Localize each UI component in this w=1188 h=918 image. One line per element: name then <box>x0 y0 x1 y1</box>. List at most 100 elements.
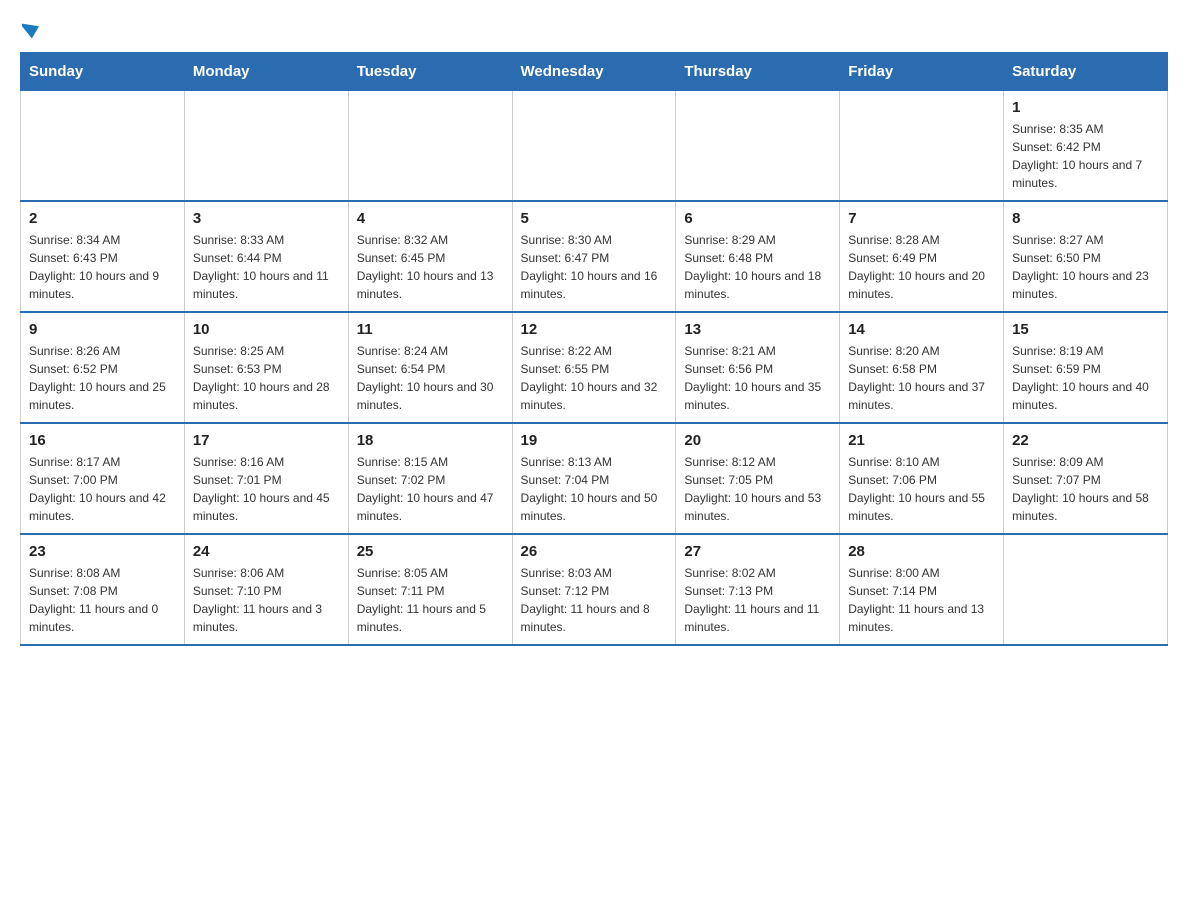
day-info: Sunrise: 8:16 AM Sunset: 7:01 PM Dayligh… <box>193 453 340 525</box>
day-number: 16 <box>29 432 176 449</box>
day-info: Sunrise: 8:20 AM Sunset: 6:58 PM Dayligh… <box>848 342 995 414</box>
calendar-cell: 23 Sunrise: 8:08 AM Sunset: 7:08 PM Dayli… <box>21 534 185 645</box>
calendar-cell: 18 Sunrise: 8:15 AM Sunset: 7:02 PM Dayli… <box>348 423 512 534</box>
calendar-cell: 14 Sunrise: 8:20 AM Sunset: 6:58 PM Dayli… <box>840 312 1004 423</box>
logo-arrow-icon <box>22 20 44 42</box>
calendar-week-row: 2 Sunrise: 8:34 AM Sunset: 6:43 PM Daylig… <box>21 201 1168 312</box>
calendar-cell: 7 Sunrise: 8:28 AM Sunset: 6:49 PM Daylig… <box>840 201 1004 312</box>
calendar-week-row: 1 Sunrise: 8:35 AM Sunset: 6:42 PM Daylig… <box>21 91 1168 202</box>
calendar-cell: 11 Sunrise: 8:24 AM Sunset: 6:54 PM Dayli… <box>348 312 512 423</box>
calendar-cell: 5 Sunrise: 8:30 AM Sunset: 6:47 PM Daylig… <box>512 201 676 312</box>
day-number: 14 <box>848 321 995 338</box>
calendar-cell: 20 Sunrise: 8:12 AM Sunset: 7:05 PM Dayli… <box>676 423 840 534</box>
day-number: 4 <box>357 210 504 227</box>
calendar-cell: 9 Sunrise: 8:26 AM Sunset: 6:52 PM Daylig… <box>21 312 185 423</box>
calendar-cell <box>184 91 348 202</box>
column-header-sunday: Sunday <box>21 53 185 91</box>
calendar-cell: 2 Sunrise: 8:34 AM Sunset: 6:43 PM Daylig… <box>21 201 185 312</box>
page-header <box>20 20 1168 42</box>
day-number: 20 <box>684 432 831 449</box>
calendar-cell: 4 Sunrise: 8:32 AM Sunset: 6:45 PM Daylig… <box>348 201 512 312</box>
day-number: 12 <box>521 321 668 338</box>
column-header-tuesday: Tuesday <box>348 53 512 91</box>
day-info: Sunrise: 8:13 AM Sunset: 7:04 PM Dayligh… <box>521 453 668 525</box>
calendar-cell <box>676 91 840 202</box>
column-header-saturday: Saturday <box>1004 53 1168 91</box>
calendar-cell: 6 Sunrise: 8:29 AM Sunset: 6:48 PM Daylig… <box>676 201 840 312</box>
calendar-cell: 28 Sunrise: 8:00 AM Sunset: 7:14 PM Dayli… <box>840 534 1004 645</box>
day-number: 2 <box>29 210 176 227</box>
calendar-cell: 24 Sunrise: 8:06 AM Sunset: 7:10 PM Dayli… <box>184 534 348 645</box>
day-info: Sunrise: 8:30 AM Sunset: 6:47 PM Dayligh… <box>521 231 668 303</box>
calendar-week-row: 16 Sunrise: 8:17 AM Sunset: 7:00 PM Dayli… <box>21 423 1168 534</box>
day-number: 26 <box>521 543 668 560</box>
day-info: Sunrise: 8:12 AM Sunset: 7:05 PM Dayligh… <box>684 453 831 525</box>
calendar-week-row: 9 Sunrise: 8:26 AM Sunset: 6:52 PM Daylig… <box>21 312 1168 423</box>
day-info: Sunrise: 8:34 AM Sunset: 6:43 PM Dayligh… <box>29 231 176 303</box>
calendar-cell: 8 Sunrise: 8:27 AM Sunset: 6:50 PM Daylig… <box>1004 201 1168 312</box>
day-info: Sunrise: 8:06 AM Sunset: 7:10 PM Dayligh… <box>193 564 340 636</box>
calendar-header-row: SundayMondayTuesdayWednesdayThursdayFrid… <box>21 53 1168 91</box>
day-info: Sunrise: 8:33 AM Sunset: 6:44 PM Dayligh… <box>193 231 340 303</box>
day-info: Sunrise: 8:09 AM Sunset: 7:07 PM Dayligh… <box>1012 453 1159 525</box>
day-info: Sunrise: 8:03 AM Sunset: 7:12 PM Dayligh… <box>521 564 668 636</box>
column-header-friday: Friday <box>840 53 1004 91</box>
calendar-cell: 15Sunrise: 8:19 AM Sunset: 6:59 PM Dayli… <box>1004 312 1168 423</box>
day-number: 8 <box>1012 210 1159 227</box>
day-info: Sunrise: 8:27 AM Sunset: 6:50 PM Dayligh… <box>1012 231 1159 303</box>
column-header-monday: Monday <box>184 53 348 91</box>
day-number: 22 <box>1012 432 1159 449</box>
day-info: Sunrise: 8:02 AM Sunset: 7:13 PM Dayligh… <box>684 564 831 636</box>
day-info: Sunrise: 8:26 AM Sunset: 6:52 PM Dayligh… <box>29 342 176 414</box>
day-number: 28 <box>848 543 995 560</box>
day-info: Sunrise: 8:24 AM Sunset: 6:54 PM Dayligh… <box>357 342 504 414</box>
calendar-cell: 16 Sunrise: 8:17 AM Sunset: 7:00 PM Dayli… <box>21 423 185 534</box>
calendar-cell <box>21 91 185 202</box>
day-info: Sunrise: 8:00 AM Sunset: 7:14 PM Dayligh… <box>848 564 995 636</box>
calendar-cell: 1 Sunrise: 8:35 AM Sunset: 6:42 PM Daylig… <box>1004 91 1168 202</box>
day-info: Sunrise: 8:22 AM Sunset: 6:55 PM Dayligh… <box>521 342 668 414</box>
calendar-cell: 27Sunrise: 8:02 AM Sunset: 7:13 PM Dayli… <box>676 534 840 645</box>
day-number: 18 <box>357 432 504 449</box>
day-number: 25 <box>357 543 504 560</box>
day-info: Sunrise: 8:32 AM Sunset: 6:45 PM Dayligh… <box>357 231 504 303</box>
calendar-table: SundayMondayTuesdayWednesdayThursdayFrid… <box>20 52 1168 646</box>
calendar-cell: 22 Sunrise: 8:09 AM Sunset: 7:07 PM Dayli… <box>1004 423 1168 534</box>
day-info: Sunrise: 8:29 AM Sunset: 6:48 PM Dayligh… <box>684 231 831 303</box>
day-number: 11 <box>357 321 504 338</box>
day-number: 23 <box>29 543 176 560</box>
column-header-thursday: Thursday <box>676 53 840 91</box>
day-info: Sunrise: 8:08 AM Sunset: 7:08 PM Dayligh… <box>29 564 176 636</box>
calendar-cell: 26 Sunrise: 8:03 AM Sunset: 7:12 PM Dayli… <box>512 534 676 645</box>
day-info: Sunrise: 8:21 AM Sunset: 6:56 PM Dayligh… <box>684 342 831 414</box>
calendar-cell <box>348 91 512 202</box>
day-number: 13 <box>684 321 831 338</box>
day-number: 6 <box>684 210 831 227</box>
day-number: 1 <box>1012 99 1159 116</box>
day-number: 19 <box>521 432 668 449</box>
calendar-cell: 13 Sunrise: 8:21 AM Sunset: 6:56 PM Dayli… <box>676 312 840 423</box>
calendar-cell: 10 Sunrise: 8:25 AM Sunset: 6:53 PM Dayli… <box>184 312 348 423</box>
calendar-cell <box>840 91 1004 202</box>
calendar-cell: 19 Sunrise: 8:13 AM Sunset: 7:04 PM Dayli… <box>512 423 676 534</box>
day-number: 24 <box>193 543 340 560</box>
calendar-cell: 21Sunrise: 8:10 AM Sunset: 7:06 PM Dayli… <box>840 423 1004 534</box>
day-number: 10 <box>193 321 340 338</box>
calendar-cell: 25 Sunrise: 8:05 AM Sunset: 7:11 PM Dayli… <box>348 534 512 645</box>
day-info: Sunrise: 8:10 AM Sunset: 7:06 PM Dayligh… <box>848 453 995 525</box>
column-header-wednesday: Wednesday <box>512 53 676 91</box>
calendar-week-row: 23 Sunrise: 8:08 AM Sunset: 7:08 PM Dayli… <box>21 534 1168 645</box>
day-info: Sunrise: 8:19 AM Sunset: 6:59 PM Dayligh… <box>1012 342 1159 414</box>
calendar-cell: 17Sunrise: 8:16 AM Sunset: 7:01 PM Dayli… <box>184 423 348 534</box>
day-info: Sunrise: 8:25 AM Sunset: 6:53 PM Dayligh… <box>193 342 340 414</box>
day-number: 9 <box>29 321 176 338</box>
day-info: Sunrise: 8:35 AM Sunset: 6:42 PM Dayligh… <box>1012 120 1159 192</box>
calendar-cell: 3Sunrise: 8:33 AM Sunset: 6:44 PM Daylig… <box>184 201 348 312</box>
day-number: 7 <box>848 210 995 227</box>
day-info: Sunrise: 8:17 AM Sunset: 7:00 PM Dayligh… <box>29 453 176 525</box>
day-info: Sunrise: 8:05 AM Sunset: 7:11 PM Dayligh… <box>357 564 504 636</box>
day-number: 5 <box>521 210 668 227</box>
calendar-cell: 12 Sunrise: 8:22 AM Sunset: 6:55 PM Dayli… <box>512 312 676 423</box>
day-info: Sunrise: 8:15 AM Sunset: 7:02 PM Dayligh… <box>357 453 504 525</box>
day-info: Sunrise: 8:28 AM Sunset: 6:49 PM Dayligh… <box>848 231 995 303</box>
